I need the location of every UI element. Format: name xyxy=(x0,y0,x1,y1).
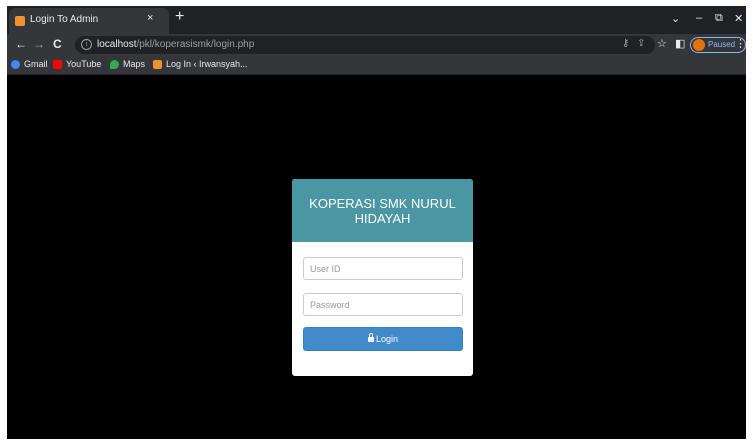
back-icon[interactable]: ← xyxy=(15,37,27,51)
bookmark-youtube[interactable]: YouTube xyxy=(53,59,101,69)
restore-icon[interactable]: ⧉ xyxy=(715,12,723,25)
window-close-icon[interactable]: ✕ xyxy=(734,12,743,25)
tab-favicon-icon xyxy=(15,16,25,26)
bookmark-irwansyah[interactable]: Log In ‹ Irwansyah... xyxy=(153,59,248,69)
google-icon xyxy=(11,59,20,69)
bookmark-maps[interactable]: Maps xyxy=(110,59,145,69)
address-toolbar: ← → C i localhost/pkl/koperasismk/login.… xyxy=(7,34,746,56)
menu-icon[interactable]: ⋮ xyxy=(735,37,746,50)
tab-close-icon[interactable]: × xyxy=(147,12,153,24)
bookmarks-bar: Gmail YouTube Maps Log In ‹ Irwansyah... xyxy=(7,56,746,75)
password-input[interactable] xyxy=(303,293,463,316)
bookmark-star-icon[interactable]: ☆ xyxy=(657,37,667,50)
login-button[interactable]: Login xyxy=(303,327,463,351)
browser-window: Login To Admin × + ⌄ – ⧉ ✕ ← → C i local… xyxy=(7,6,746,439)
forward-icon[interactable]: → xyxy=(33,37,45,51)
login-title: KOPERASI SMK NURUL HIDAYAH xyxy=(292,179,473,242)
reload-icon[interactable]: C xyxy=(53,37,62,51)
minimize-icon[interactable]: – xyxy=(696,12,702,24)
tab-strip: Login To Admin × + ⌄ – ⧉ ✕ xyxy=(7,6,746,34)
password-key-icon[interactable]: ⚷ xyxy=(622,38,629,49)
new-tab-icon[interactable]: + xyxy=(175,8,184,26)
share-icon[interactable]: ⇪ xyxy=(637,38,645,49)
site-icon xyxy=(153,59,162,69)
bookmark-gmail[interactable]: Gmail xyxy=(11,59,48,69)
site-info-icon[interactable]: i xyxy=(81,39,92,50)
bookmark-label: Log In ‹ Irwansyah... xyxy=(166,59,248,69)
profile-label: Paused xyxy=(708,40,736,49)
tab-search-icon[interactable]: ⌄ xyxy=(671,12,680,25)
url-text: localhost/pkl/koperasismk/login.php xyxy=(97,39,254,50)
tab-title: Login To Admin xyxy=(30,14,99,25)
maps-icon xyxy=(110,59,119,69)
avatar xyxy=(693,39,705,51)
address-bar[interactable]: i localhost/pkl/koperasismk/login.php ⚷ … xyxy=(75,36,655,54)
bookmark-label: Gmail xyxy=(24,59,48,69)
login-button-label: Login xyxy=(375,334,399,344)
tab-login[interactable]: Login To Admin × xyxy=(9,8,169,34)
url-path: /pkl/koperasismk/login.php xyxy=(136,39,255,50)
youtube-icon xyxy=(53,59,62,69)
lock-icon xyxy=(367,333,374,342)
bookmark-label: YouTube xyxy=(66,59,102,69)
bookmark-label: Maps xyxy=(123,59,146,69)
url-host: localhost xyxy=(97,39,137,50)
side-panel-icon[interactable]: ◧ xyxy=(675,37,685,50)
user-id-input[interactable] xyxy=(303,257,463,280)
login-panel: KOPERASI SMK NURUL HIDAYAH Login xyxy=(292,179,473,376)
